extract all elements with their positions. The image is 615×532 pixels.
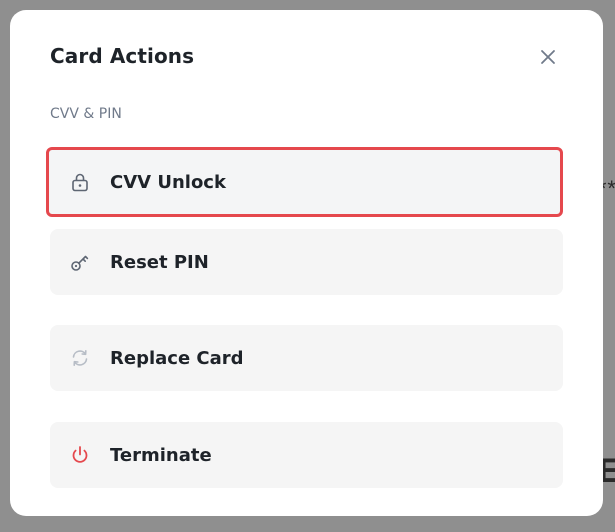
card-actions-modal: Card Actions CVV & PIN CVV Unlock Reset … xyxy=(10,10,603,516)
replace-card-label: Replace Card xyxy=(110,347,244,369)
reset-pin-button[interactable]: Reset PIN xyxy=(50,229,563,295)
modal-title: Card Actions xyxy=(50,44,195,68)
reset-pin-label: Reset PIN xyxy=(110,251,209,273)
lock-icon xyxy=(69,171,91,193)
terminate-button[interactable]: Terminate xyxy=(50,422,563,488)
refresh-icon xyxy=(69,347,91,369)
key-icon xyxy=(69,251,91,273)
close-button[interactable] xyxy=(531,40,565,74)
replace-card-button[interactable]: Replace Card xyxy=(50,325,563,391)
cvv-unlock-button[interactable]: CVV Unlock xyxy=(46,147,563,217)
terminate-label: Terminate xyxy=(110,444,212,466)
close-icon xyxy=(541,50,555,64)
cvv-unlock-label: CVV Unlock xyxy=(110,171,226,193)
section-label-cvv-pin: CVV & PIN xyxy=(50,106,122,122)
power-icon xyxy=(69,444,91,466)
